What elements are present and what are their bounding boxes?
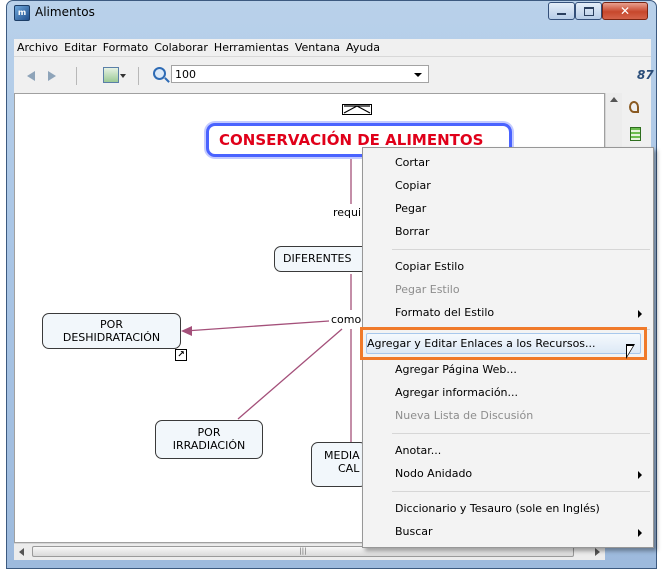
close-button[interactable]: ✕ — [602, 2, 648, 20]
zoom-icon[interactable] — [153, 67, 166, 80]
link-line — [237, 328, 343, 420]
menu-item-pegar-estilo: Pegar Estilo — [395, 283, 460, 296]
resource-icon[interactable] — [629, 101, 639, 113]
concept-node-irradiacion[interactable]: POR IRRADIACIÓN — [155, 420, 263, 459]
menu-herramientas[interactable]: Herramientas — [211, 39, 292, 54]
concept-node-mediante[interactable]: MEDIA CAL — [311, 442, 367, 487]
scroll-right-icon[interactable] — [595, 548, 600, 556]
menu-item-agregar-informacion[interactable]: Agregar información... — [364, 382, 652, 404]
menu-bar: Archivo Editar Formato Colaborar Herrami… — [14, 39, 651, 57]
submenu-arrow-icon — [638, 471, 642, 479]
menu-item-agregar-enlaces[interactable]: Agregar y Editar Enlaces a los Recursos.… — [367, 333, 596, 355]
node-line: POR — [197, 426, 221, 439]
menu-item-formato-estilo[interactable]: Formato del Estilo — [364, 302, 652, 324]
minimize-button[interactable] — [548, 2, 575, 20]
link-label-como[interactable]: como — [331, 313, 362, 326]
collaboration-icon[interactable]: 87 — [637, 68, 654, 82]
menu-item-nodo-anidado[interactable]: Nodo Anidado — [364, 463, 652, 485]
collapse-icon[interactable] — [342, 104, 372, 115]
menu-item-pegar[interactable]: Pegar — [364, 198, 652, 220]
submenu-arrow-icon — [638, 529, 642, 537]
highlight-annotation-box: Agregar y Editar Enlaces a los Recursos.… — [360, 327, 647, 360]
menu-item-label: Buscar — [395, 525, 433, 538]
menu-ventana[interactable]: Ventana — [292, 39, 343, 54]
concept-node-diferentes[interactable]: DIFERENTES — [274, 246, 370, 272]
arrowhead — [181, 326, 192, 336]
menu-item-copiar[interactable]: Copiar — [364, 175, 652, 197]
app-icon[interactable]: m — [14, 5, 30, 21]
menu-colaborar[interactable]: Colaborar — [151, 39, 211, 54]
back-arrow-icon[interactable] — [27, 71, 35, 81]
node-line: CAL — [338, 462, 360, 475]
view-icon[interactable] — [103, 67, 119, 83]
scroll-up-icon[interactable] — [610, 97, 618, 102]
link-label-requiere[interactable]: requi — [333, 206, 362, 219]
menu-item-agregar-pagina-web[interactable]: Agregar Página Web... — [364, 359, 652, 381]
menu-item-cortar[interactable]: Cortar — [364, 152, 652, 174]
mouse-cursor-icon — [626, 344, 635, 359]
collapse-glyph — [343, 105, 371, 114]
link-line — [184, 320, 330, 332]
menu-item-buscar[interactable]: Buscar — [364, 521, 652, 543]
toolbar-separator — [76, 67, 77, 85]
zoom-select[interactable]: 100 — [171, 65, 429, 83]
menu-separator — [392, 491, 650, 492]
menu-item-diccionario[interactable]: Diccionario y Tesauro (sole en Inglés) — [364, 498, 652, 520]
menu-ayuda[interactable]: Ayuda — [343, 39, 383, 54]
title-bar[interactable]: m Alimentos ✕ — [7, 1, 656, 39]
menu-formato[interactable]: Formato — [100, 39, 152, 54]
maximize-button[interactable] — [575, 2, 602, 20]
menu-separator — [392, 249, 650, 250]
node-line: MEDIA — [324, 449, 360, 462]
link-arrow-icon[interactable]: ↗ — [175, 349, 187, 361]
toolbar-separator — [138, 67, 139, 85]
forward-arrow-icon[interactable] — [48, 71, 56, 81]
chevron-down-icon[interactable] — [414, 73, 422, 77]
menu-item-nueva-lista: Nueva Lista de Discusión — [395, 409, 534, 422]
menu-item-label: Formato del Estilo — [395, 306, 495, 319]
submenu-arrow-icon — [638, 310, 642, 318]
menu-separator — [392, 433, 650, 434]
window-title: Alimentos — [35, 5, 95, 19]
node-line: IRRADIACIÓN — [172, 439, 246, 452]
concept-node-deshidratacion[interactable]: POR DESHIDRATACIÓN — [42, 313, 181, 349]
menu-archivo[interactable]: Archivo — [14, 39, 61, 54]
zoom-value: 100 — [175, 68, 196, 81]
menu-editar[interactable]: Editar — [61, 39, 100, 54]
toolbar: 100 87 — [14, 57, 654, 93]
menu-item-anotar[interactable]: Anotar... — [364, 440, 652, 462]
node-line: DESHIDRATACIÓN — [62, 331, 161, 344]
node-line: POR — [100, 318, 123, 331]
document-icon[interactable] — [630, 127, 641, 141]
menu-item-label: Nodo Anidado — [395, 467, 473, 480]
menu-item-borrar[interactable]: Borrar — [364, 221, 652, 243]
menu-item-copiar-estilo[interactable]: Copiar Estilo — [364, 256, 652, 278]
view-dropdown-caret[interactable] — [120, 74, 126, 78]
scroll-left-icon[interactable] — [19, 548, 24, 556]
